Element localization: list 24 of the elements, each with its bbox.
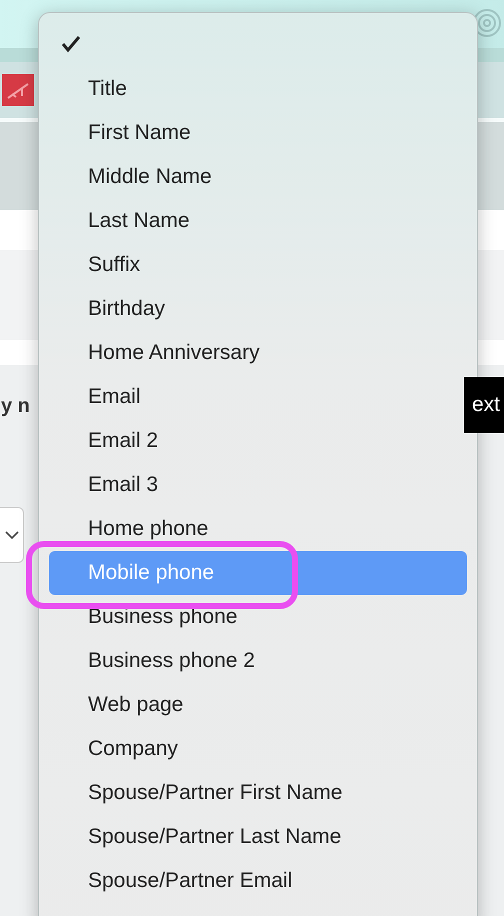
menu-item[interactable]: Web page [49, 683, 467, 727]
menu-item[interactable]: Suffix [49, 243, 467, 287]
menu-item[interactable]: Spouse/Partner First Name [49, 771, 467, 815]
menu-item[interactable]: Spouse/Partner Last Name [49, 815, 467, 859]
menu-item[interactable]: Company [49, 727, 467, 771]
app-icon[interactable] [2, 74, 34, 106]
menu-item[interactable]: Business phone [49, 595, 467, 639]
broadcast-icon[interactable] [472, 8, 502, 38]
menu-item[interactable]: Email [49, 375, 467, 419]
menu-item[interactable]: Spouse/Partner Email [49, 859, 467, 903]
menu-item[interactable]: Business phone 2 [49, 639, 467, 683]
menu-item[interactable]: Email 3 [49, 463, 467, 507]
menu-item[interactable]: Email 2 [49, 419, 467, 463]
menu-item[interactable]: Home Anniversary [49, 331, 467, 375]
chevron-down-icon [4, 531, 18, 539]
menu-item[interactable]: Birthday [49, 287, 467, 331]
menu-item[interactable]: Last Name [49, 199, 467, 243]
menu-item[interactable]: Home phone [49, 507, 467, 551]
menu-item[interactable]: First Name [49, 111, 467, 155]
select-field[interactable] [0, 507, 24, 563]
next-button[interactable]: ext [464, 377, 504, 433]
label-text: y n [1, 394, 30, 419]
menu-item[interactable]: Title [49, 67, 467, 111]
menu-item[interactable]: Middle Name [49, 155, 467, 199]
